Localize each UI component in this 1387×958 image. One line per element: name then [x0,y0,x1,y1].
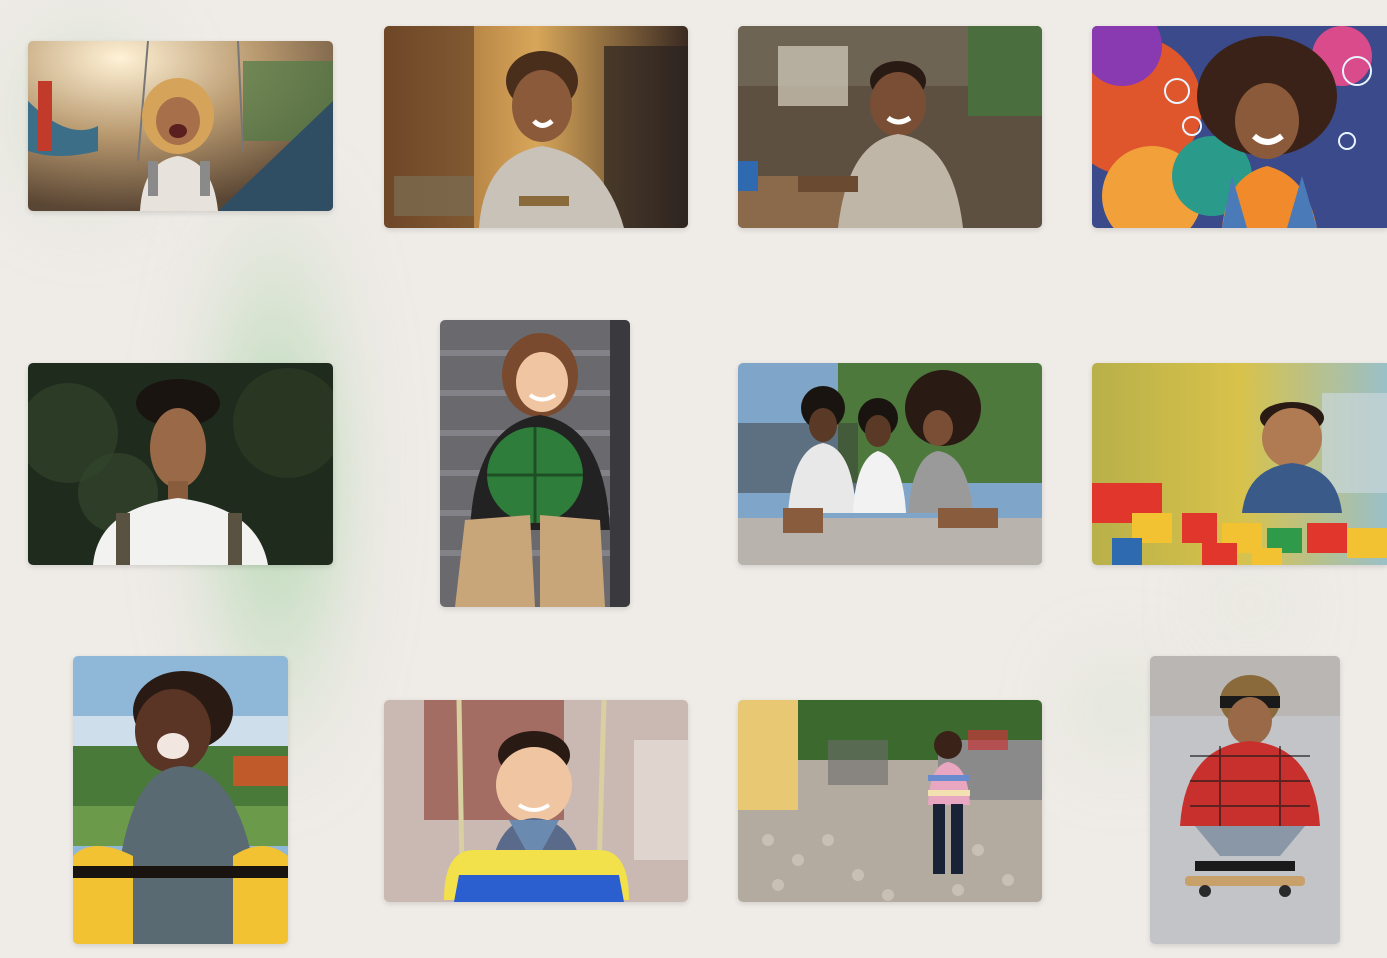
photo-card[interactable] [1092,363,1387,565]
toddler-with-building-blocks-icon [1092,363,1387,565]
photo-card[interactable] [384,700,688,902]
photo-card[interactable] [1150,656,1340,944]
girl-with-colorful-bubbles-icon [1092,26,1387,228]
laughing-toddler-on-swing-icon [28,41,333,211]
photo-card[interactable] [28,41,333,211]
photo-card[interactable] [28,363,333,565]
photo-card[interactable] [73,656,288,944]
photo-card[interactable] [384,26,688,228]
kid-on-skateboard-icon [1150,656,1340,944]
laughing-child-on-playground-ride-icon [73,656,288,944]
girl-holding-green-ball-on-stairs-icon [440,320,630,607]
smiling-boy-by-shacks-icon [738,26,1042,228]
photo-card[interactable] [1092,26,1387,228]
young-man-in-forest-icon [28,363,333,565]
toddler-walking-on-cobblestones-icon [738,700,1042,902]
photo-card[interactable] [738,363,1042,565]
photo-card[interactable] [440,320,630,607]
three-teens-sitting-on-wall-icon [738,363,1042,565]
smiling-boy-in-market-street-icon [384,26,688,228]
photo-card[interactable] [738,700,1042,902]
photo-card[interactable] [738,26,1042,228]
background-glow [1200,560,1300,650]
baby-in-blue-swing-icon [384,700,688,902]
